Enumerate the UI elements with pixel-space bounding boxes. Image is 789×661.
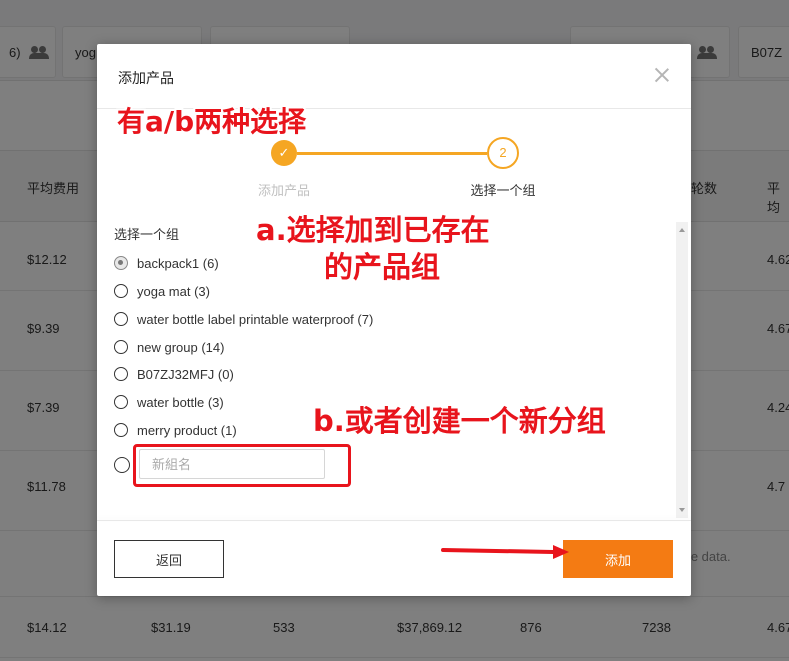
scrollbar[interactable] <box>676 222 688 518</box>
group-option[interactable]: yoga mat (3) <box>114 281 210 301</box>
group-option-label: water bottle label printable waterproof … <box>137 311 374 327</box>
select-group-label: 选择一个组 <box>114 227 180 242</box>
radio-button[interactable] <box>114 423 128 437</box>
add-button[interactable]: 添加 <box>563 540 673 578</box>
scroll-down-icon[interactable] <box>679 508 685 512</box>
step-1-label: 添加产品 <box>257 183 310 198</box>
annotation-option-a: 的产品组 <box>324 250 441 284</box>
step-1-check-icon: ✓ <box>271 140 297 166</box>
radio-button[interactable] <box>114 395 128 409</box>
group-option-label: new group (14) <box>137 339 225 355</box>
radio-button[interactable] <box>114 256 128 270</box>
annotation-option-a: a.选择加到已存在 <box>256 213 490 247</box>
group-option-label: water bottle (3) <box>137 394 224 410</box>
radio-button[interactable] <box>114 312 128 326</box>
step-2-label: 选择一个组 <box>470 183 536 198</box>
group-option[interactable]: new group (14) <box>114 337 224 357</box>
group-option-label: merry product (1) <box>137 422 237 438</box>
group-option[interactable]: merry product (1) <box>114 420 237 440</box>
radio-button[interactable] <box>114 284 128 298</box>
radio-button[interactable] <box>114 340 128 354</box>
highlight-box <box>133 444 351 487</box>
back-button[interactable]: 返回 <box>114 540 224 578</box>
group-option-label: B07ZJ32MFJ (0) <box>137 366 234 382</box>
group-option-label: backpack1 (6) <box>137 255 219 271</box>
stepper: ✓ 2 添加产品 选择一个组 <box>97 137 691 200</box>
radio-button[interactable] <box>114 367 128 381</box>
modal-title: 添加产品 <box>118 70 174 86</box>
group-option[interactable]: water bottle (3) <box>114 392 224 412</box>
group-option[interactable]: backpack1 (6) <box>114 253 219 273</box>
arrow-icon <box>441 545 569 559</box>
scroll-up-icon[interactable] <box>679 228 685 232</box>
close-icon[interactable] <box>653 66 671 84</box>
divider <box>97 520 691 521</box>
group-option-label: yoga mat (3) <box>137 283 210 299</box>
radio-button[interactable] <box>114 457 130 473</box>
group-option[interactable]: B07ZJ32MFJ (0) <box>114 364 234 384</box>
step-2-indicator: 2 <box>487 137 519 169</box>
annotation-option-b: b.或者创建一个新分组 <box>313 404 606 438</box>
stepper-line <box>297 152 487 155</box>
annotation-choice-note: 有a/b两种选择 <box>117 105 307 138</box>
group-option[interactable]: water bottle label printable waterproof … <box>114 309 373 329</box>
